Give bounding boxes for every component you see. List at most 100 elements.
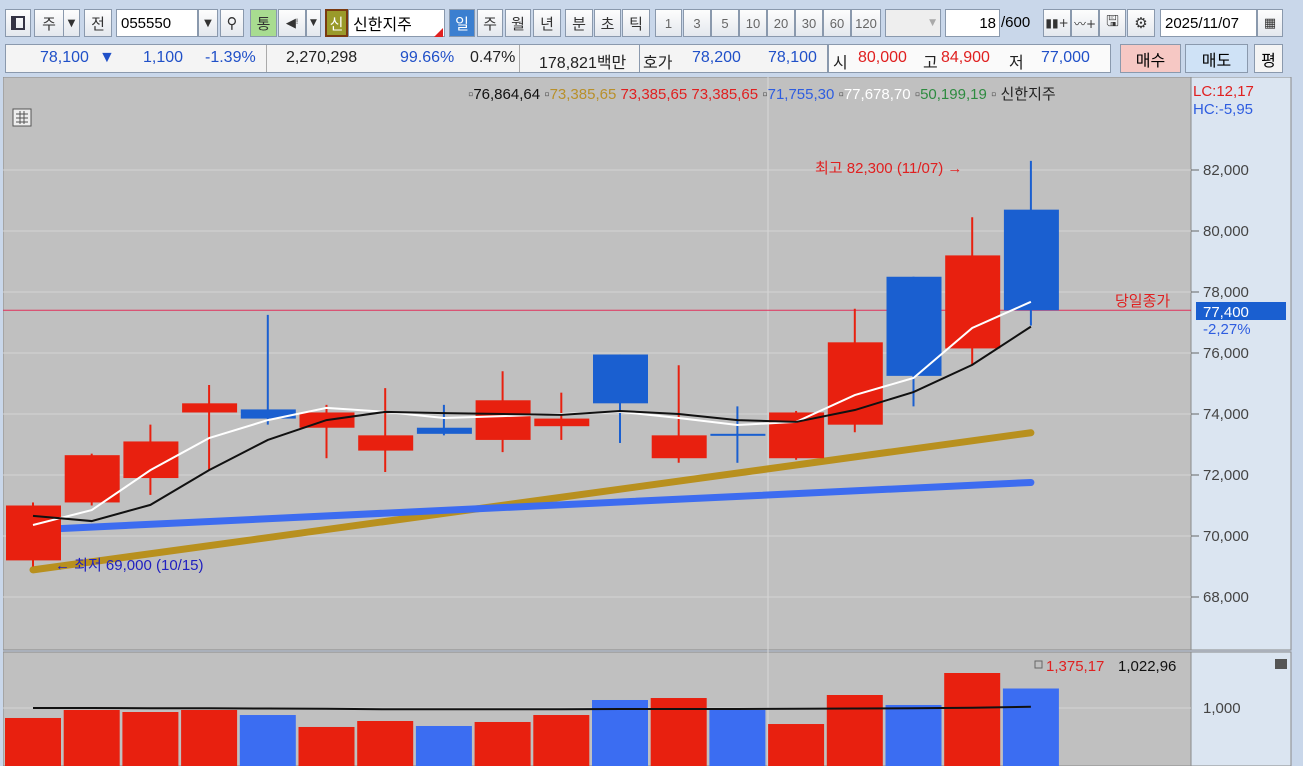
save-icon[interactable]: 🖫 (1099, 9, 1126, 37)
custom-interval-select[interactable]: ▼ (885, 9, 941, 37)
quote-bar: 78,100 ▼ 1,100 -1.39% 2,270,298 99.66% 0… (5, 44, 640, 73)
price-tick-label: 82,000 (1203, 162, 1249, 179)
down-arrow-icon: ▼ (99, 49, 115, 66)
price-tick-label: 80,000 (1203, 223, 1249, 240)
volume-bar (885, 704, 942, 766)
period-day[interactable]: 일 (449, 9, 475, 37)
volume-bar (1002, 688, 1059, 766)
sell-button[interactable]: 매도 (1185, 44, 1248, 73)
maximize-icon[interactable] (1275, 659, 1287, 669)
legend-marker-icon: ▫ (834, 86, 844, 103)
candle-up (6, 505, 61, 561)
volume-tick-label: 1,000 (1203, 700, 1241, 717)
interval-1[interactable]: 1 (655, 9, 682, 37)
interval-60[interactable]: 60 (823, 9, 851, 37)
period-unit-select[interactable]: 주 (34, 9, 64, 37)
interval-10[interactable]: 10 (739, 9, 767, 37)
candle-down (710, 433, 766, 436)
period-tick[interactable]: 틱 (622, 9, 650, 37)
legend-value: 50,199,19 (920, 86, 987, 103)
corner-marker-icon (434, 28, 443, 37)
period-second[interactable]: 초 (594, 9, 621, 37)
interval-3[interactable]: 3 (683, 9, 711, 37)
speaker-icon[interactable]: ◀ᵎ (278, 9, 306, 37)
price-tick-label: 74,000 (1203, 406, 1249, 423)
trade-amount: 178,821백만 (539, 55, 627, 72)
price-tick-label: 76,000 (1203, 345, 1249, 362)
volume-bar (474, 721, 531, 766)
chevron-down-icon[interactable]: ▼ (306, 9, 321, 37)
candle-up (651, 435, 707, 459)
shin-button[interactable]: 신 (325, 9, 348, 37)
price-tick-label: 78,000 (1203, 284, 1249, 301)
candle-down (416, 427, 472, 434)
open-label: 시 (833, 55, 848, 72)
candle-up (475, 400, 531, 440)
period-week[interactable]: 주 (477, 9, 503, 37)
legend-value: 76,864,64 (473, 86, 540, 103)
volume-bar (826, 695, 883, 766)
gear-icon[interactable]: ⚙ (1127, 9, 1155, 37)
chevron-down-icon[interactable]: ▼ (198, 9, 218, 37)
buy-button[interactable]: 매수 (1120, 44, 1181, 73)
price-change: 1,100 (143, 49, 184, 66)
candle-up (534, 418, 590, 427)
stock-code-input[interactable]: 055550 (116, 9, 198, 37)
layout-icon[interactable] (5, 9, 31, 37)
high-annotation: 최고 82,300 (11/07) → (815, 160, 962, 177)
hc-value: HC:-5,95 (1193, 101, 1253, 118)
period-month[interactable]: 월 (505, 9, 531, 37)
chevron-down-icon[interactable]: ▼ (63, 9, 80, 37)
interval-20[interactable]: 20 (767, 9, 795, 37)
close-line-label: 당일종가 (1115, 293, 1170, 310)
hoga-bar: 호가 78,200 78,100 (640, 44, 828, 73)
volume-bar (63, 709, 120, 766)
legend-marker-icon: ▫ (540, 86, 550, 103)
candle-up (358, 435, 414, 451)
interval-5[interactable]: 5 (711, 9, 739, 37)
legend-marker-icon: ▫ (987, 86, 1001, 103)
legend-value: 71,755,30 (768, 86, 835, 103)
prev-button[interactable]: 전 (84, 9, 112, 37)
period-year[interactable]: 년 (533, 9, 561, 37)
turnover-rate: 0.47% (470, 49, 516, 66)
hoga-label: 호가 (643, 55, 673, 72)
interval-120[interactable]: 120 (851, 9, 881, 37)
add-candle-icon[interactable]: ▮▮+ (1043, 9, 1071, 37)
volume-legend-2: 1,022,96 (1118, 658, 1176, 675)
eval-button[interactable]: 평 (1254, 44, 1283, 73)
period-minute[interactable]: 분 (565, 9, 593, 37)
legend-value: 73,385,65 (691, 86, 758, 103)
volume-bar (944, 673, 1001, 766)
add-line-icon[interactable]: 〰+ (1071, 9, 1099, 37)
volume-bar (415, 725, 472, 766)
stock-name-input[interactable]: 신한지주 (348, 9, 445, 37)
volume-bar (181, 709, 238, 766)
low-label: 저 (1009, 55, 1024, 72)
volume-bar (122, 712, 179, 766)
volume-bar (5, 717, 61, 766)
candle-up (945, 255, 1001, 349)
price-tick-label: 72,000 (1203, 467, 1249, 484)
candle-up (827, 342, 883, 425)
high-label: 고 (923, 55, 938, 72)
change-percent: -1.39% (205, 49, 256, 66)
calendar-icon[interactable]: ▦ (1257, 9, 1283, 37)
ohl-bar: 시 80,000 고 84,900 저 77,000 (828, 44, 1111, 73)
count-input[interactable]: 18 (945, 9, 1000, 37)
search-icon[interactable]: ⚲ (220, 9, 244, 37)
interval-30[interactable]: 30 (795, 9, 823, 37)
open-price: 80,000 (858, 49, 907, 66)
low-annotation: ← 최저 69,000 (10/15) (55, 557, 204, 574)
price-chart[interactable]: 82,000 80,000 78,000 76,000 74,000 72,000 70,0… (3, 77, 1293, 766)
legend-value: 77,678,70 (844, 86, 911, 103)
candle-down (240, 409, 296, 419)
date-input[interactable]: 2025/11/07 (1160, 9, 1257, 37)
volume-bar (709, 709, 766, 766)
volume-bar (533, 715, 590, 766)
candle-down (593, 354, 648, 404)
tong-button[interactable]: 통 (250, 9, 277, 37)
legend-value: 73,385,65 (550, 86, 617, 103)
price-tick-label: 68,000 (1203, 589, 1249, 606)
volume-bar (768, 724, 825, 766)
